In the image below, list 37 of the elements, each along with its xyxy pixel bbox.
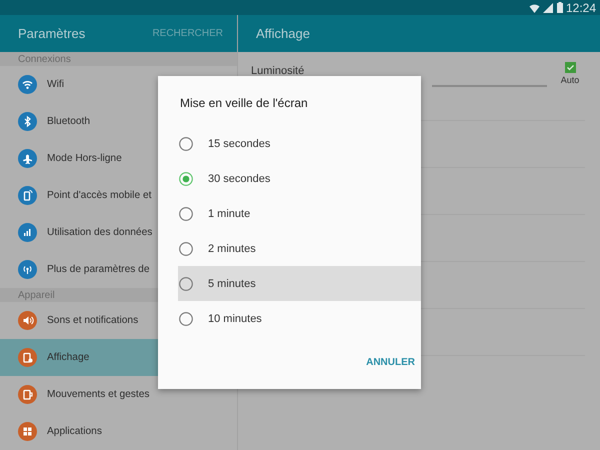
radio-button[interactable] [179,312,193,326]
radio-option[interactable]: 1 minute [178,196,421,231]
radio-button[interactable] [179,172,193,186]
antenna-icon [18,260,37,279]
cancel-button[interactable]: ANNULER [362,353,419,372]
bluetooth-icon [18,112,37,131]
radio-option[interactable]: 5 minutes [178,266,421,301]
radio-option[interactable]: 2 minutes [178,231,421,266]
phone-icon [18,186,37,205]
cell-signal-icon [542,2,554,12]
bar-chart-icon [18,223,37,242]
wifi-signal-icon [528,2,540,12]
panel-title: Paramètres [18,26,86,41]
radio-option[interactable]: 30 secondes [178,161,421,196]
section-header: Connexions [18,54,71,64]
wifi-icon [18,75,37,94]
grid-icon [18,422,37,441]
brightness-label: Luminosité [251,65,306,77]
radio-button[interactable] [179,242,193,256]
status-time: 12:24 [566,0,596,14]
battery-icon [556,2,563,13]
radio-button[interactable] [179,206,193,220]
display-icon [18,348,37,367]
panel-title: Affichage [256,26,310,41]
section-header: Appareil [18,290,55,300]
speaker-icon [18,311,37,330]
radio-option[interactable]: 10 minutes [178,301,421,336]
airplane-icon [18,149,37,168]
checkbox[interactable] [564,62,576,73]
radio-button[interactable] [179,276,193,290]
dialog-title: Mise en veille de l'écran [179,95,309,112]
settings-item[interactable]: Applications [0,413,237,450]
settings-item[interactable]: Mouvements et gestes [0,376,237,413]
tablet-icon [18,385,37,404]
radio-button[interactable] [179,136,193,150]
radio-option[interactable]: 15 secondes [178,126,421,161]
checkbox-label: Auto [560,75,580,85]
